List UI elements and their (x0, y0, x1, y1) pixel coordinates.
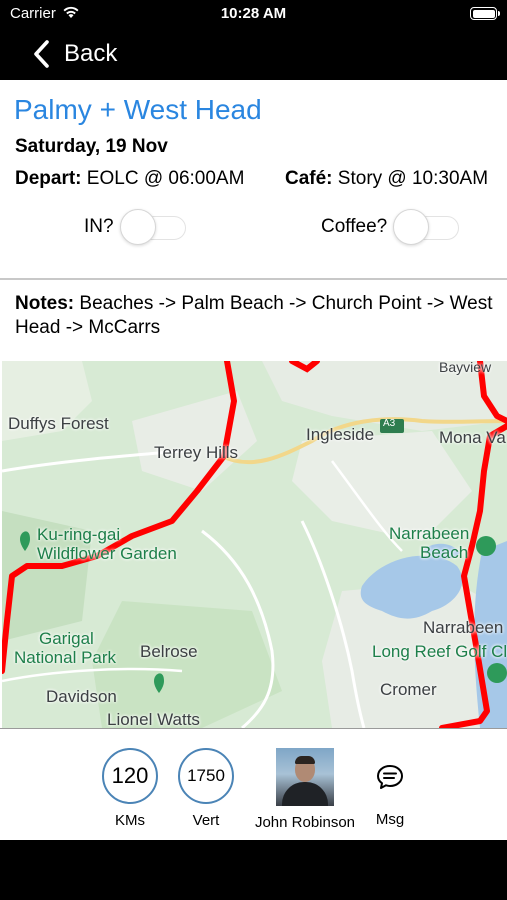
route-map[interactable]: Bayview Duffys Forest Terrey Hills Ingle… (2, 361, 507, 728)
vert-label: Vert (192, 812, 220, 829)
cafe-label: Café: (285, 168, 333, 189)
vert-value: 1750 (178, 748, 234, 804)
coffee-toggle[interactable] (393, 208, 461, 246)
map-label-national-park: National Park (14, 648, 117, 667)
notes-label: Notes: (15, 293, 75, 314)
cafe-info: Café: Story @ 10:30AM (285, 168, 488, 190)
map-label-long-reef: Long Reef Golf Cl (372, 642, 507, 661)
map-label-narrabeen-beach-1: Narrabeen (389, 524, 470, 543)
map-bottom-border (0, 728, 507, 729)
bottom-bar (0, 840, 507, 900)
msg-label: Msg (375, 811, 405, 828)
msg-button[interactable]: Msg (370, 748, 410, 828)
notes-text: Beaches -> Palm Beach -> Church Point ->… (15, 293, 493, 338)
organizer[interactable]: John Robinson (250, 748, 360, 831)
avatar[interactable] (276, 748, 334, 806)
ride-notes: Notes: Beaches -> Palm Beach -> Church P… (15, 292, 495, 340)
map-label-garigal: Garigal (39, 629, 94, 648)
back-label: Back (64, 40, 118, 67)
ride-date: Saturday, 19 Nov (15, 136, 168, 157)
in-toggle[interactable] (119, 208, 188, 246)
map-label-cromer: Cromer (380, 680, 437, 699)
coffee-toggle-row: Coffee? (321, 208, 461, 246)
in-toggle-label: IN? (84, 216, 114, 237)
in-toggle-row: IN? (84, 208, 188, 246)
depart-label: Depart: (15, 168, 82, 189)
map-label-davidson: Davidson (46, 687, 117, 706)
depart-value: EOLC @ 06:00AM (86, 168, 245, 189)
status-bar: Carrier 10:28 AM (0, 0, 507, 28)
message-icon (377, 765, 403, 789)
clock: 10:28 AM (220, 5, 287, 22)
map-label-ku-ring-gai: Ku-ring-gai (37, 525, 121, 544)
map-label-narrabeen: Narrabeen (423, 618, 504, 637)
vert-stat: 1750 Vert (177, 748, 235, 829)
battery-icon (470, 7, 500, 20)
map-label-duffys-forest: Duffys Forest (8, 414, 109, 433)
map-label-ingleside: Ingleside (306, 425, 375, 444)
ride-stats: 120 KMs 1750 Vert John Robinson Msg (0, 740, 507, 840)
map-label-belrose: Belrose (140, 642, 198, 661)
map-label-a3: A3 (383, 418, 396, 429)
kms-value: 120 (102, 748, 158, 804)
cafe-value: Story @ 10:30AM (337, 168, 489, 189)
kms-label: KMs (115, 812, 145, 829)
map-label-mona-vale: Mona Va (439, 428, 506, 447)
kms-stat: 120 KMs (101, 748, 159, 829)
back-button[interactable]: Back (30, 38, 117, 70)
coffee-toggle-label: Coffee? (321, 216, 388, 237)
ride-title: Palmy + West Head (14, 94, 262, 125)
depart-info: Depart: EOLC @ 06:00AM (15, 168, 244, 190)
map-label-terrey-hills: Terrey Hills (154, 443, 239, 462)
ride-detail: Palmy + West Head Saturday, 19 Nov Depar… (0, 80, 507, 840)
map-label-wildflower-garden: Wildflower Garden (37, 544, 177, 563)
map-label-lionel-watts: Lionel Watts (107, 710, 200, 728)
divider (0, 278, 507, 280)
map-label-narrabeen-beach-2: Beach (420, 543, 469, 562)
navigation-bar: Back (0, 28, 507, 80)
chevron-left-icon (34, 40, 49, 68)
organizer-name: John Robinson (254, 814, 356, 831)
map-label-bayview: Bayview (439, 361, 492, 375)
